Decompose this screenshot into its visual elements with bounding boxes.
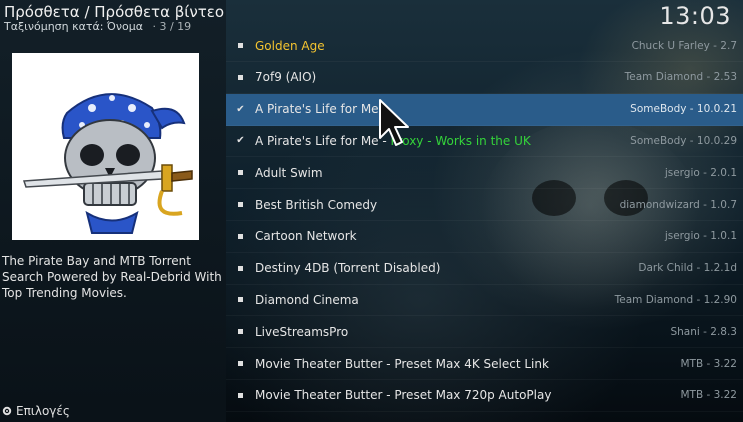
addon-name-text: 7of9 (AIO) [255, 70, 317, 85]
addon-author-version: Team Diamond - 1.2.90 [614, 293, 737, 306]
installed-check-icon: ✔ [236, 103, 245, 115]
addon-name-text: LiveStreamsPro [255, 324, 349, 339]
addon-author-version: Dark Child - 1.2.1d [638, 262, 737, 275]
options-label: Επιλογές [16, 404, 70, 418]
addon-list-item[interactable]: Movie Theater Butter - Preset Max 720p A… [226, 380, 743, 412]
addon-list-item[interactable]: 7of9 (AIO) Team Diamond - 2.53 [226, 62, 743, 94]
bullet-icon [226, 326, 255, 337]
addon-name-text: Diamond Cinema [255, 292, 359, 307]
addon-name: Adult Swim [255, 166, 665, 180]
addon-author-version: jsergio - 1.0.1 [664, 230, 737, 243]
addon-name: Destiny 4DB (Torrent Disabled) [255, 261, 638, 275]
clock: 13:03 [659, 2, 731, 30]
pirate-skull-icon [12, 53, 199, 240]
addon-list-item[interactable]: Diamond Cinema Team Diamond - 1.2.90 [226, 284, 743, 317]
addon-list: Golden Age Chuck U Farley - 2.7 7of9 (AIO)… [226, 30, 743, 422]
addon-name: Movie Theater Butter - Preset Max 720p A… [255, 388, 680, 402]
item-count: 3 / 19 [159, 20, 192, 33]
addon-author-version: diamondwizard - 1.0.7 [619, 198, 737, 211]
addon-name: 7of9 (AIO) [255, 70, 625, 84]
addon-list-item[interactable]: ✔ A Pirate's Life for Me SomeBody - 10.0.2… [226, 93, 743, 126]
addon-list-item[interactable]: Golden Age Chuck U Farley - 2.7 [226, 30, 743, 62]
bullet-icon [226, 199, 255, 210]
addon-name: Cartoon Network [255, 229, 665, 243]
addon-name: A Pirate's Life for Me [255, 102, 630, 116]
addon-name: A Pirate's Life for Me - Proxy - Works i… [255, 134, 630, 148]
addon-list-item[interactable]: Adult Swim jsergio - 2.0.1 [226, 157, 743, 190]
installed-check-icon: ✔ [236, 135, 245, 147]
addon-author-version: SomeBody - 10.0.21 [630, 103, 737, 116]
sort-label: Ταξινόμηση κατά: Όνομα [4, 20, 143, 33]
addon-author-version: Chuck U Farley - 2.7 [631, 39, 737, 52]
addon-name-text: A Pirate's Life for Me - [255, 133, 391, 148]
addon-author-version: Team Diamond - 2.53 [624, 71, 737, 84]
bullet-icon [226, 40, 255, 51]
addon-list-item[interactable]: Cartoon Network jsergio - 1.0.1 [226, 221, 743, 253]
sort-info: Ταξινόμηση κατά: Όνομα · 3 / 19 [4, 20, 191, 33]
addon-list-item[interactable]: Movie Theater Butter - Preset Max 4K Sel… [226, 348, 743, 380]
bullet-icon [226, 263, 255, 274]
addon-list-item[interactable]: Best British Comedy diamondwizard - 1.0.7 [226, 189, 743, 221]
addon-name-text: Adult Swim [255, 165, 323, 180]
addon-name-text: Cartoon Network [255, 229, 357, 244]
addon-name-text: Best British Comedy [255, 197, 378, 212]
bullet-icon [226, 167, 255, 178]
addon-list-item[interactable]: ✔ A Pirate's Life for Me - Proxy - Works … [226, 125, 743, 158]
bullet-icon [226, 390, 255, 401]
addon-list-item[interactable]: LiveStreamsPro Shani - 2.8.3 [226, 316, 743, 349]
gear-icon [2, 406, 12, 416]
addon-name-text: Movie Theater Butter - Preset Max 720p A… [255, 388, 552, 403]
addon-name: LiveStreamsPro [255, 325, 670, 339]
addon-author-version: SomeBody - 10.0.29 [630, 134, 737, 147]
addon-name: Best British Comedy [255, 198, 620, 212]
addon-thumbnail [12, 53, 199, 240]
breadcrumb-title: Πρόσθετα / Πρόσθετα βίντεο [4, 3, 225, 21]
addon-description: The Pirate Bay and MTB Torrent Search Po… [2, 254, 222, 300]
bullet-icon [226, 72, 255, 83]
addon-list-item[interactable]: Destiny 4DB (Torrent Disabled) Dark Child… [226, 253, 743, 285]
bullet-icon [226, 231, 255, 242]
addon-name: Movie Theater Butter - Preset Max 4K Sel… [255, 357, 680, 371]
addon-name-text: A Pirate's Life for Me [255, 102, 379, 117]
mouse-pointer-icon [379, 99, 409, 146]
item-counter: · 3 / 19 [152, 20, 192, 33]
addon-name: Golden Age [255, 39, 632, 53]
bullet-icon [226, 294, 255, 305]
addon-author-version: Shani - 2.8.3 [670, 325, 737, 338]
addon-name: Diamond Cinema [255, 293, 615, 307]
options-button[interactable]: Επιλογές [2, 404, 70, 418]
addon-author-version: jsergio - 2.0.1 [664, 166, 737, 179]
bullet-icon [226, 358, 255, 369]
addon-author-version: MTB - 3.22 [680, 389, 737, 402]
addon-name-text: Movie Theater Butter - Preset Max 4K Sel… [255, 356, 549, 371]
addon-name-text: Golden Age [255, 38, 325, 53]
addon-name-text: Destiny 4DB (Torrent Disabled) [255, 261, 441, 276]
addon-author-version: MTB - 3.22 [680, 357, 737, 370]
